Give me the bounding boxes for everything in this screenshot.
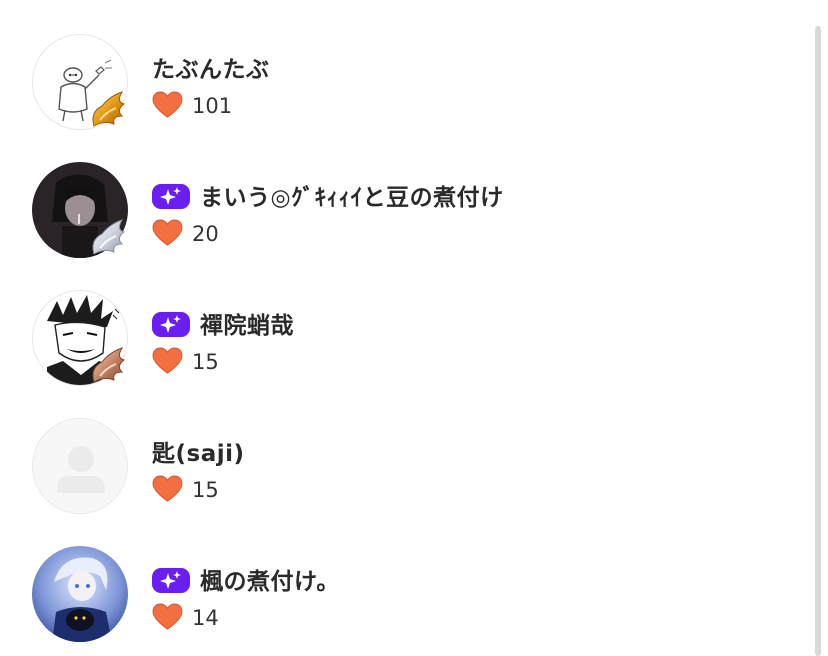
user-name-line: まいう◎ｸﾞｷｨｨｲと豆の煮付け — [152, 178, 504, 212]
like-count: 14 — [192, 605, 219, 630]
premium-badge — [152, 311, 190, 337]
bronze-wing-frame-icon — [92, 347, 126, 383]
avatar[interactable] — [32, 418, 128, 514]
user-name[interactable]: 楓の煮付け。 — [200, 562, 340, 596]
user-name-line: たぶんたぶ — [152, 50, 270, 84]
silver-wing-frame-icon — [92, 219, 126, 255]
avatar-container[interactable] — [32, 162, 128, 258]
likes-line: 20 — [152, 218, 219, 248]
likes-line: 15 — [152, 346, 219, 376]
sparkle-icon — [160, 187, 181, 205]
like-count: 101 — [192, 93, 233, 118]
user-name[interactable]: 匙(saji) — [152, 434, 245, 468]
likes-line: 15 — [152, 474, 219, 504]
user-name[interactable]: たぶんたぶ — [152, 50, 270, 84]
user-name[interactable]: 禪院蛸哉 — [200, 306, 294, 340]
heart-icon — [152, 347, 183, 374]
user-row[interactable]: 楓の煮付け。 14 — [0, 512, 812, 642]
user-name-line: 禪院蛸哉 — [152, 306, 294, 340]
like-count: 15 — [192, 349, 219, 374]
heart-icon — [152, 219, 183, 246]
default-person-icon — [33, 419, 127, 513]
user-row[interactable]: 禪院蛸哉 15 — [0, 256, 812, 386]
heart-icon — [152, 603, 183, 630]
likes-line: 101 — [152, 90, 232, 120]
user-name-line: 楓の煮付け。 — [152, 562, 340, 596]
likes-line: 14 — [152, 602, 219, 632]
premium-badge — [152, 183, 190, 209]
like-count: 15 — [192, 477, 219, 502]
sparkle-icon — [160, 315, 181, 333]
avatar-container[interactable] — [32, 290, 128, 386]
user-row[interactable]: 匙(saji) 15 — [0, 384, 812, 514]
scrollbar[interactable] — [815, 26, 821, 656]
user-row[interactable]: たぶんたぶ 101 — [0, 0, 812, 130]
premium-badge — [152, 567, 190, 593]
user-name-line: 匙(saji) — [152, 434, 245, 468]
avatar-container[interactable] — [32, 34, 128, 130]
like-count: 20 — [192, 221, 219, 246]
heart-icon — [152, 91, 183, 118]
sparkle-icon — [160, 571, 181, 589]
user-row[interactable]: まいう◎ｸﾞｷｨｨｲと豆の煮付け 20 — [0, 128, 812, 258]
gold-wing-frame-icon — [92, 91, 126, 127]
avatar-container[interactable] — [32, 418, 128, 514]
user-name[interactable]: まいう◎ｸﾞｷｨｨｲと豆の煮付け — [200, 178, 504, 212]
user-list: たぶんたぶ 101 まいう◎ｸﾞｷｨｨｲと豆の煮付け 20 禪院蛸哉 15 匙(… — [0, 0, 812, 656]
avatar-container[interactable] — [32, 546, 128, 642]
avatar[interactable] — [32, 546, 128, 642]
blue-anime-portrait-icon — [32, 546, 128, 642]
heart-icon — [152, 475, 183, 502]
